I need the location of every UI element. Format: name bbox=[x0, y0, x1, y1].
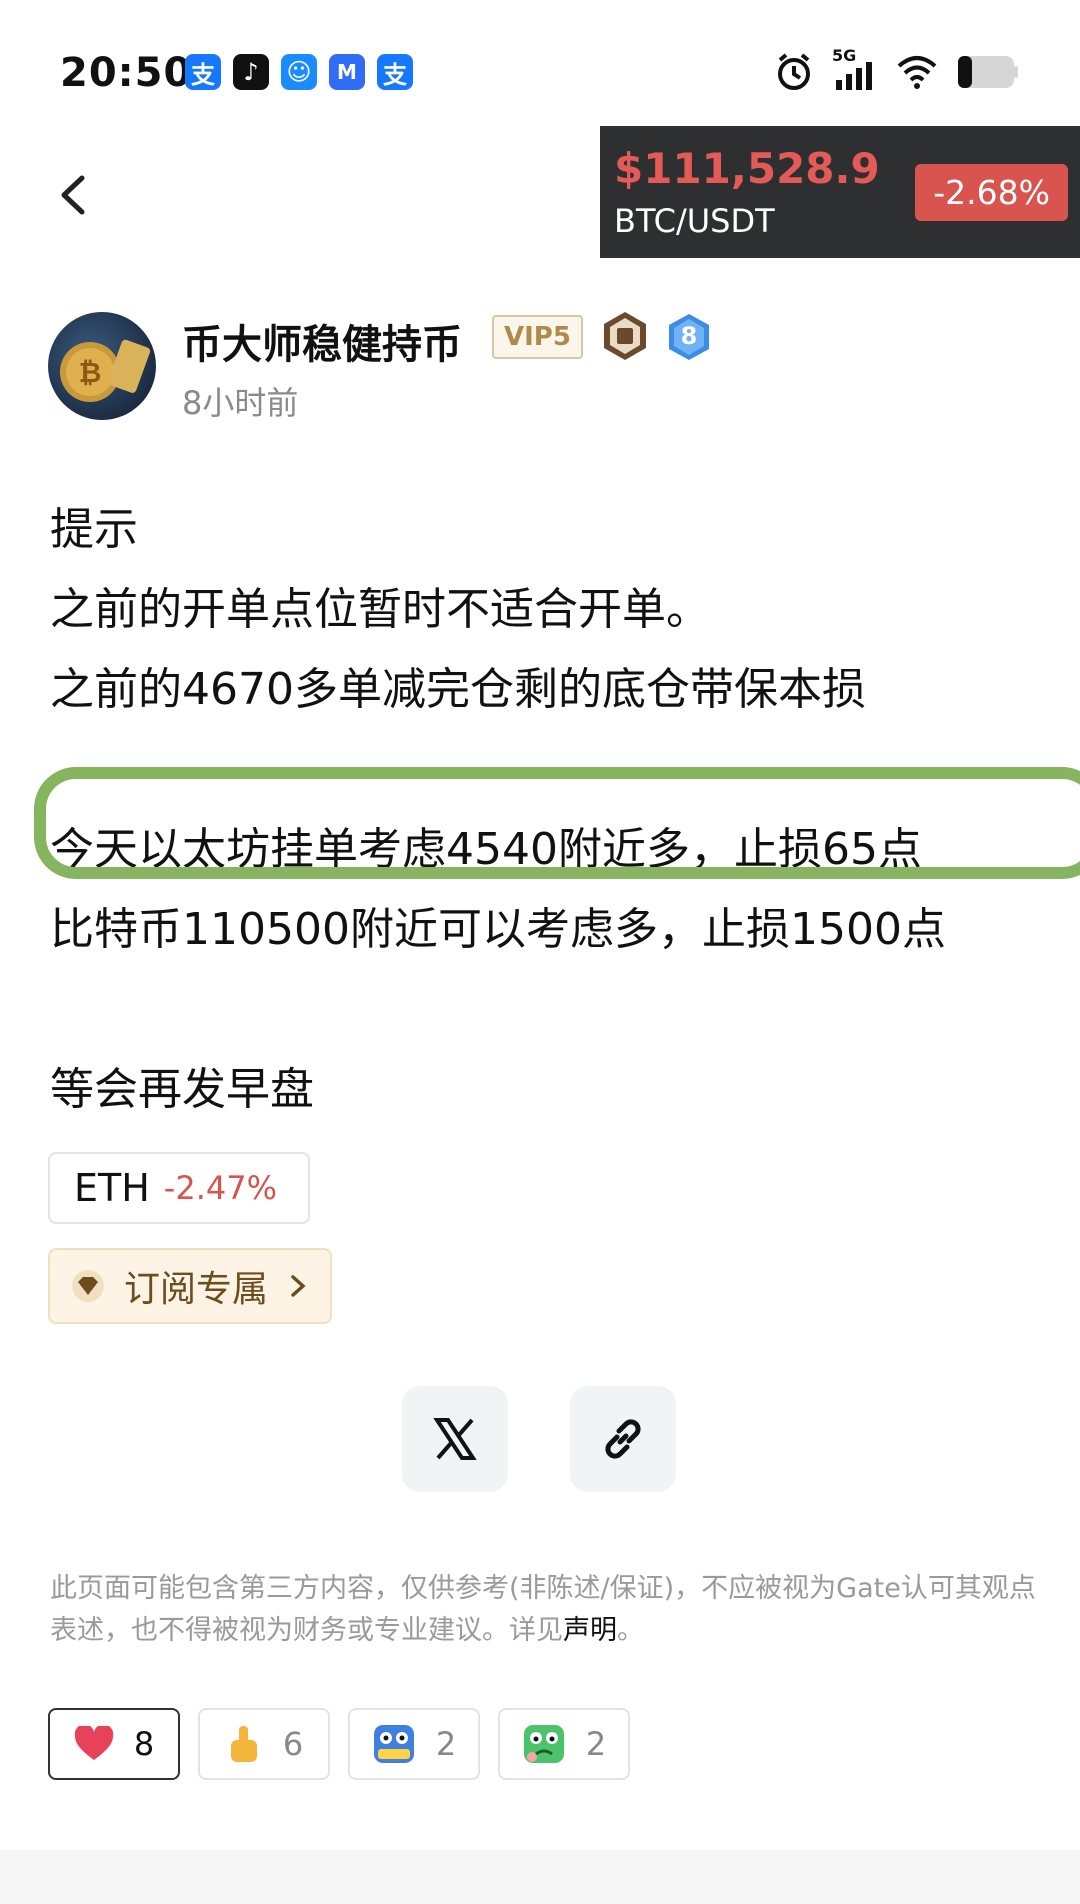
svg-text:₿: ₿ bbox=[79, 356, 102, 389]
reaction-sick-face[interactable]: 2 bbox=[498, 1708, 630, 1780]
ticker-pair: BTC/USDT bbox=[614, 202, 775, 240]
battery-icon bbox=[958, 56, 1018, 88]
chat-app-icon: ☺ bbox=[281, 54, 317, 90]
system-status: 5G bbox=[774, 46, 1020, 92]
reaction-count: 6 bbox=[282, 1725, 304, 1763]
content-line: 提示 bbox=[50, 504, 138, 555]
subscribe-exclusive-button[interactable]: 订阅专属 bbox=[48, 1248, 332, 1324]
disclaimer-end: 。 bbox=[617, 1615, 644, 1646]
alipay-icon: 支 bbox=[185, 54, 221, 90]
statement-link[interactable]: 声明 bbox=[563, 1615, 617, 1646]
vip-badge: VIP5 bbox=[492, 315, 583, 359]
coin-symbol: ETH bbox=[74, 1166, 150, 1210]
subscribe-label: 订阅专属 bbox=[124, 1269, 269, 1310]
content-line: 之前的开单点位暂时不适合开单。 bbox=[50, 584, 710, 635]
level-badge-icon: 8 bbox=[666, 312, 712, 362]
signal-icon: 5G bbox=[832, 46, 878, 92]
reaction-count: 2 bbox=[585, 1725, 607, 1763]
post-time: 8小时前 bbox=[182, 384, 299, 422]
reaction-count: 8 bbox=[133, 1725, 155, 1763]
disclaimer-text: 此页面可能包含第三方内容，仅供参考(非陈述/保证)，不应被视为Gate认可其观点… bbox=[50, 1573, 1036, 1646]
ticker-change-badge: -2.68% bbox=[915, 164, 1068, 221]
reaction-bar: 8 6 2 2 bbox=[48, 1708, 630, 1780]
author-name[interactable]: 币大师稳健持币 bbox=[182, 312, 462, 370]
content-line: 等会再发早盘 bbox=[50, 1064, 314, 1115]
alarm-icon bbox=[778, 53, 810, 90]
notification-icons: 支 ♪ ☺ M 支 bbox=[185, 54, 413, 90]
disclaimer: 此页面可能包含第三方内容，仅供参考(非陈述/保证)，不应被视为Gate认可其观点… bbox=[50, 1568, 1040, 1652]
share-x-button[interactable] bbox=[402, 1386, 508, 1492]
coin-change: -2.47% bbox=[163, 1169, 277, 1207]
x-logo-icon bbox=[433, 1418, 477, 1460]
reaction-heart[interactable]: 8 bbox=[48, 1708, 180, 1780]
level-number: 8 bbox=[680, 322, 698, 350]
tiktok-icon: ♪ bbox=[233, 54, 269, 90]
copy-link-button[interactable] bbox=[570, 1386, 676, 1492]
thumbs-up-icon bbox=[230, 1726, 257, 1762]
sick-face-icon bbox=[523, 1725, 564, 1763]
reaction-thumbs-up[interactable]: 6 bbox=[198, 1708, 330, 1780]
chevron-right-icon bbox=[291, 1275, 306, 1297]
content-line: 比特币110500附近可以考虑多，止损1500点 bbox=[50, 904, 946, 955]
hodl-icon bbox=[373, 1725, 414, 1763]
m-app-icon: M bbox=[329, 54, 365, 90]
wifi-icon bbox=[897, 56, 937, 89]
reaction-count: 2 bbox=[435, 1725, 457, 1763]
status-time: 20:50 bbox=[60, 50, 193, 96]
avatar[interactable]: ₿ bbox=[48, 312, 156, 420]
back-button[interactable] bbox=[50, 170, 100, 220]
coin-tag-eth[interactable]: ETH -2.47% bbox=[48, 1152, 310, 1224]
ticker-price: $111,528.9 bbox=[614, 144, 880, 193]
heart-icon bbox=[74, 1726, 114, 1760]
content-blank-line bbox=[50, 970, 946, 1050]
highlight-annotation bbox=[34, 767, 1080, 879]
diamond-icon bbox=[72, 1270, 104, 1302]
link-icon bbox=[605, 1419, 641, 1459]
price-ticker-banner[interactable]: $111,528.9 BTC/USDT -2.68% bbox=[600, 126, 1080, 258]
content-line: 之前的4670多单减完仓剩的底仓带保本损 bbox=[50, 664, 866, 715]
bottom-bar bbox=[0, 1850, 1080, 1904]
alipay-icon-2: 支 bbox=[377, 54, 413, 90]
medal-badge-icon bbox=[604, 312, 646, 360]
reaction-hodl[interactable]: 2 bbox=[348, 1708, 480, 1780]
